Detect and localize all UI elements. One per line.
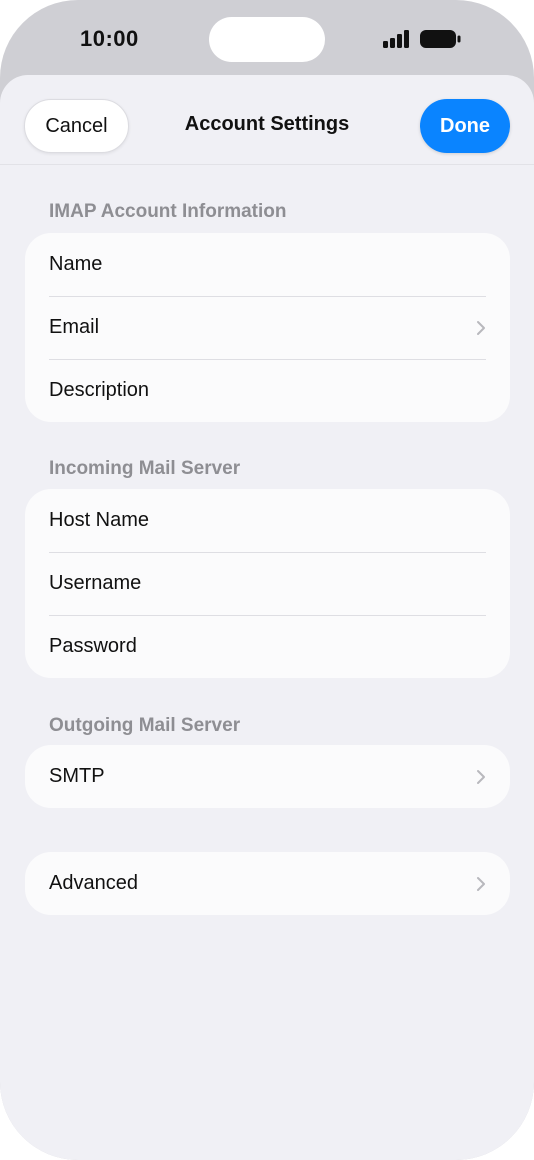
signal-icon	[383, 30, 409, 48]
row-host-name[interactable]: Host Name	[25, 489, 510, 552]
dynamic-island	[209, 17, 325, 62]
row-name[interactable]: Name	[25, 233, 510, 296]
done-button[interactable]: Done	[420, 99, 510, 153]
chevron-right-icon	[477, 320, 485, 335]
device-frame: 10:00 Cancel Account Settings Done IMAP …	[0, 0, 534, 1160]
row-description[interactable]: Description	[25, 359, 510, 422]
row-advanced[interactable]: Advanced	[25, 852, 510, 915]
chevron-right-icon	[477, 769, 485, 784]
section-header-imap: IMAP Account Information	[49, 201, 287, 222]
section-header-outgoing: Outgoing Mail Server	[49, 715, 241, 736]
row-label: Description	[49, 379, 150, 401]
row-label: Username	[49, 572, 142, 594]
battery-icon	[420, 30, 461, 48]
status-time: 10:00	[80, 26, 139, 51]
navigation-bar: Cancel Account Settings Done	[0, 75, 534, 165]
row-password[interactable]: Password	[25, 615, 510, 678]
row-email[interactable]: Email	[25, 296, 510, 359]
row-username[interactable]: Username	[25, 552, 510, 615]
row-smtp[interactable]: SMTP	[25, 745, 510, 808]
row-label: Advanced	[49, 872, 138, 894]
row-label: SMTP	[49, 765, 105, 787]
outgoing-group: SMTP	[25, 745, 510, 808]
row-label: Host Name	[49, 509, 150, 531]
cancel-button[interactable]: Cancel	[24, 99, 129, 153]
advanced-group: Advanced	[25, 852, 510, 915]
incoming-group: Host Name Username Password	[25, 489, 510, 678]
account-settings-sheet: Cancel Account Settings Done IMAP Accoun…	[0, 75, 534, 1160]
page-title: Account Settings	[184, 113, 350, 135]
chevron-right-icon	[477, 876, 485, 891]
section-header-incoming: Incoming Mail Server	[49, 458, 241, 479]
row-label: Password	[49, 635, 137, 657]
imap-group: Name Email Description	[25, 233, 510, 422]
row-label: Name	[49, 253, 103, 275]
row-label: Email	[49, 316, 100, 338]
